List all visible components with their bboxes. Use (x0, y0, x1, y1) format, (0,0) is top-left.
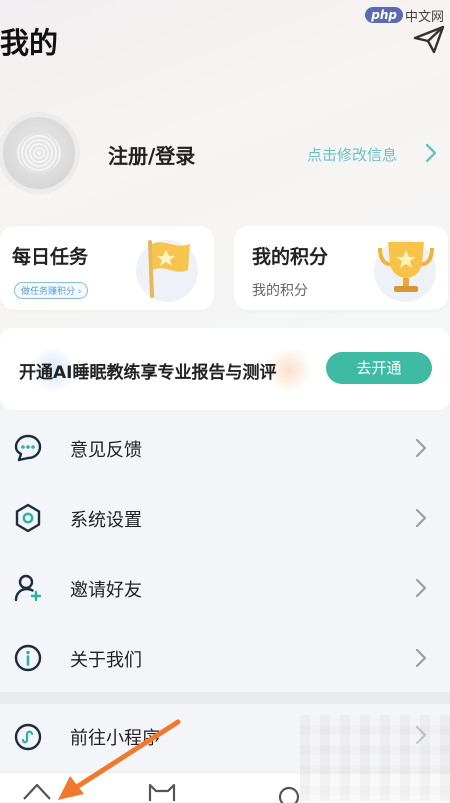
menu-item-feedback[interactable]: 意见反馈 (0, 412, 450, 482)
points-title: 我的积分 (252, 246, 329, 268)
daily-task-pill-label: 做任务赚积分 (21, 287, 76, 297)
page-title: 我的 (0, 26, 59, 60)
feedback-icon (14, 434, 42, 462)
mini-program-icon (14, 723, 42, 751)
send-icon[interactable] (412, 24, 446, 54)
chevron-right-icon (415, 438, 427, 458)
invite-friend-icon (14, 574, 42, 602)
avatar[interactable] (0, 112, 80, 194)
avatar-placeholder-image (17, 133, 61, 173)
menu-item-about[interactable]: 关于我们 (0, 622, 450, 692)
menu-label-mini-program: 前往小程序 (70, 728, 160, 749)
watermark: php 中文网 (365, 4, 444, 26)
home-tab-icon[interactable] (20, 779, 54, 803)
chevron-right-icon[interactable] (424, 142, 438, 164)
info-icon (14, 644, 42, 672)
ai-coach-promo-banner[interactable]: 开通AI睡眠教练享专业报告与测评 去开通 (0, 328, 450, 410)
menu-label-feedback: 意见反馈 (70, 440, 142, 461)
my-points-card[interactable]: 我的积分 我的积分 (234, 226, 448, 310)
settings-icon (15, 503, 41, 533)
menu-label-about: 关于我们 (70, 650, 142, 671)
edit-info-link[interactable]: 点击修改信息 (307, 144, 397, 165)
menu-label-settings: 系统设置 (70, 510, 142, 531)
settings-menu: 意见反馈 系统设置 邀请好友 关于我们 (0, 412, 450, 692)
trophy-icon (378, 242, 434, 292)
points-subtitle: 我的积分 (252, 283, 308, 299)
daily-task-card[interactable]: 每日任务 做任务赚积分 › (0, 226, 214, 310)
watermark-brand: php (365, 7, 403, 23)
promo-text: 开通AI睡眠教练享专业报告与测评 (19, 363, 277, 383)
daily-task-title: 每日任务 (12, 246, 89, 268)
menu-item-invite[interactable]: 邀请好友 (0, 552, 450, 622)
activate-button[interactable]: 去开通 (326, 352, 432, 384)
menu-item-settings[interactable]: 系统设置 (0, 482, 450, 552)
chevron-right-icon (415, 578, 427, 598)
pixelation-overlay (300, 715, 450, 801)
watermark-site: 中文网 (404, 9, 444, 25)
chevron-right-icon (415, 508, 427, 528)
flag-icon (148, 240, 190, 298)
menu-label-invite: 邀请好友 (70, 580, 142, 601)
section-divider (0, 692, 450, 704)
daily-task-pill[interactable]: 做任务赚积分 › (14, 282, 89, 299)
cat-tab-icon[interactable] (145, 779, 179, 803)
chevron-right-icon (415, 648, 427, 668)
login-button[interactable]: 注册/登录 (108, 140, 195, 169)
